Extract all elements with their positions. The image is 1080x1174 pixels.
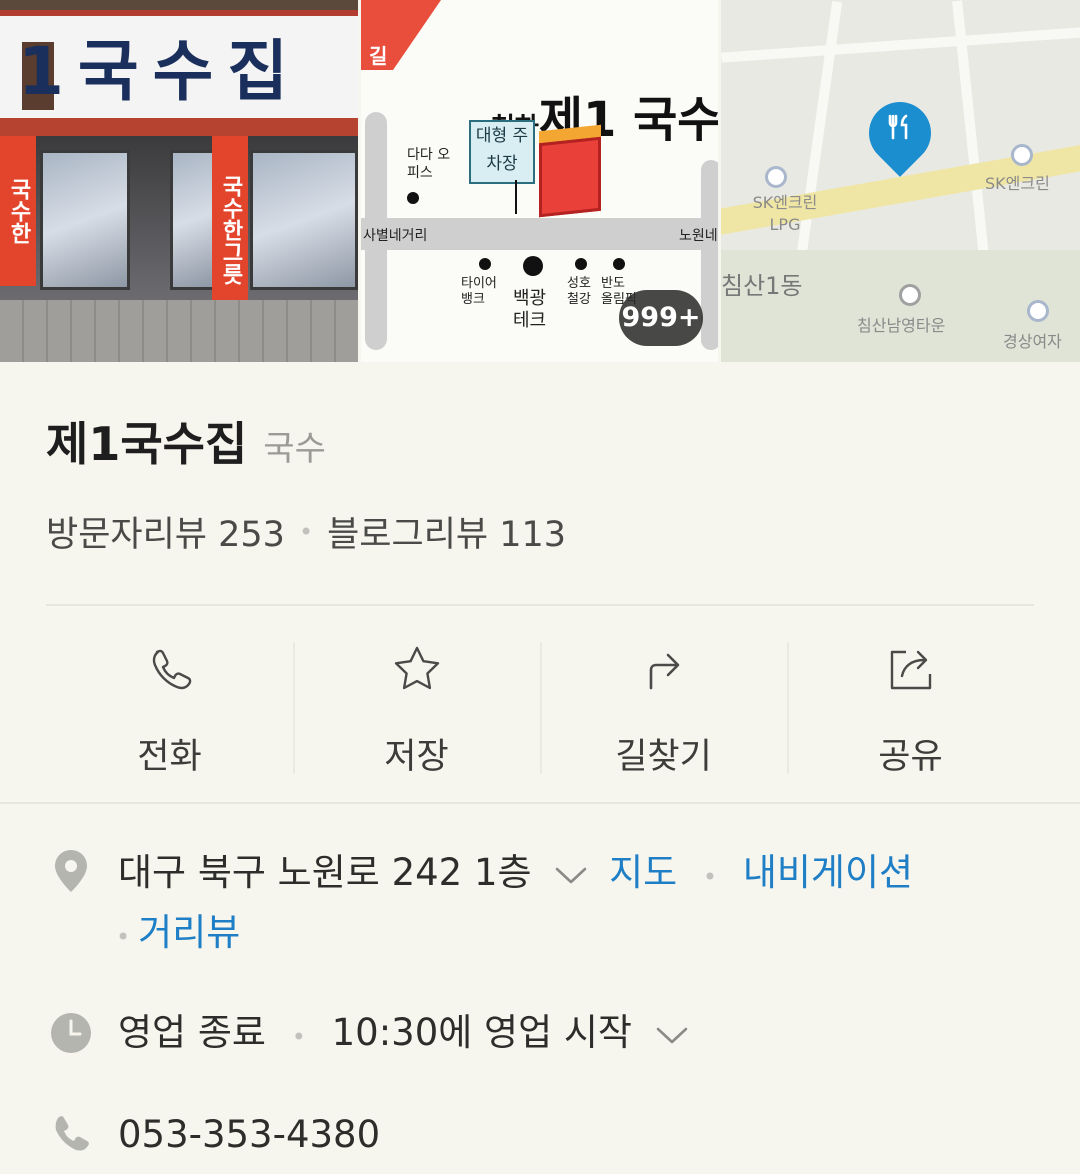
map-label: SK엔크린 [985, 174, 1050, 193]
place-name: 제1국수집 [46, 417, 248, 471]
store-window [170, 150, 216, 290]
store-banner-left: 국수한 [0, 136, 36, 286]
save-label: 저장 [384, 737, 449, 777]
phone-number[interactable]: 053-353-4380 [118, 1108, 380, 1162]
directions-icon [649, 653, 679, 690]
flyer-dot [523, 256, 543, 276]
flyer-label: 타이어 뱅크 [461, 276, 497, 307]
chevron-down-icon[interactable] [652, 1020, 692, 1050]
map-link[interactable]: 지도 [609, 851, 677, 894]
flyer-label: 백광 테크 [513, 288, 547, 331]
store-window [250, 150, 358, 290]
map-road [721, 27, 1080, 63]
restaurant-icon [881, 112, 919, 150]
store-photo[interactable]: 1국수집 국수한 국수한그릇 [0, 0, 358, 362]
directions-label: 길찾기 [615, 737, 712, 777]
map-label: 침산1동 [721, 272, 803, 300]
street-view-link[interactable]: 거리뷰 [138, 911, 240, 954]
gas-station-icon [1011, 144, 1033, 166]
flyer-dot [407, 192, 419, 204]
map-thumbnail[interactable]: SK엔크린 LPG SK엔크린 침산1동 침산남영타운 경상여자 [718, 0, 1080, 362]
flyer-building [539, 136, 601, 218]
phone-icon [55, 1116, 89, 1151]
flyer-parking-sign: 대형 주차장 [469, 120, 535, 184]
store-banner: 국수한그릇 [212, 136, 248, 324]
chevron-down-icon[interactable] [551, 860, 591, 890]
address-text[interactable]: 대구 북구 노원로 242 1층 [118, 851, 532, 894]
store-sidewalk [0, 300, 358, 362]
photo-strip[interactable]: 1국수집 국수한 국수한그릇 길 천하제1 국수 대형 주차장 다다 오피스 사… [0, 0, 1080, 362]
divider [0, 802, 1080, 804]
visitor-reviews-link[interactable]: 방문자리뷰 253 [46, 506, 285, 557]
store-sign-text: 1국수집 [18, 33, 303, 110]
flyer-label: 노원네 [679, 228, 718, 244]
hours-status: 영업 종료 [118, 1011, 266, 1054]
flyer-dot [575, 258, 587, 270]
separator-dot: • [298, 517, 314, 546]
share-icon [890, 650, 931, 690]
flyer-label: 사별네거리 [363, 228, 428, 244]
share-button[interactable]: 공유 [787, 608, 1034, 800]
review-summary: 방문자리뷰 253 • 블로그리뷰 113 [46, 506, 566, 557]
separator-dot: • [116, 923, 131, 951]
phone-icon [152, 649, 191, 690]
place-category: 국수 [263, 429, 326, 469]
gas-station-icon [765, 166, 787, 188]
map-label: 경상여자 [1003, 332, 1062, 351]
separator-dot: • [291, 1023, 306, 1051]
flyer-label: 성호 철강 [567, 276, 591, 307]
hours-next: 10:30에 영업 시작 [331, 1011, 632, 1054]
share-label: 공유 [878, 737, 943, 777]
save-button[interactable]: 저장 [293, 608, 540, 800]
location-pin-icon [55, 850, 87, 892]
directions-button[interactable]: 길찾기 [540, 608, 787, 800]
place-header: 제1국수집 국수 [46, 408, 326, 474]
address-row-continued: • 거리뷰 [116, 906, 240, 964]
separator-dot: • [702, 863, 718, 891]
action-bar: 전화 저장 길찾기 공유 [46, 608, 1034, 800]
flyer-dot [613, 258, 625, 270]
flyer-photo[interactable]: 길 천하제1 국수 대형 주차장 다다 오피스 사별네거리 노원네 타이어 뱅크… [358, 0, 718, 362]
address-row: 대구 북구 노원로 242 1층 지도 • 내비게이션 [46, 846, 913, 904]
map-label: 침산남영타운 [857, 316, 946, 335]
flyer-corner-text: 길 [369, 44, 388, 68]
flyer-label: 다다 오피스 [407, 147, 451, 181]
hours-row[interactable]: 영업 종료 • 10:30에 영업 시작 [46, 1006, 692, 1064]
photo-count-badge[interactable]: 999+ [619, 290, 703, 346]
apartment-icon [899, 284, 921, 306]
school-icon [1027, 300, 1049, 322]
star-icon [394, 646, 439, 690]
flyer-road [701, 160, 718, 350]
store-awning [0, 118, 358, 136]
navigation-link[interactable]: 내비게이션 [743, 851, 913, 894]
blog-reviews-link[interactable]: 블로그리뷰 113 [327, 506, 566, 557]
map-label: SK엔크린 LPG [752, 193, 818, 234]
flyer-dot [479, 258, 491, 270]
phone-row[interactable]: 053-353-4380 [46, 1108, 380, 1162]
call-label: 전화 [137, 737, 202, 777]
call-button[interactable]: 전화 [46, 608, 293, 800]
divider [46, 604, 1034, 606]
store-window [40, 150, 130, 290]
flyer-arrow [515, 180, 517, 214]
clock-icon [51, 1013, 91, 1053]
